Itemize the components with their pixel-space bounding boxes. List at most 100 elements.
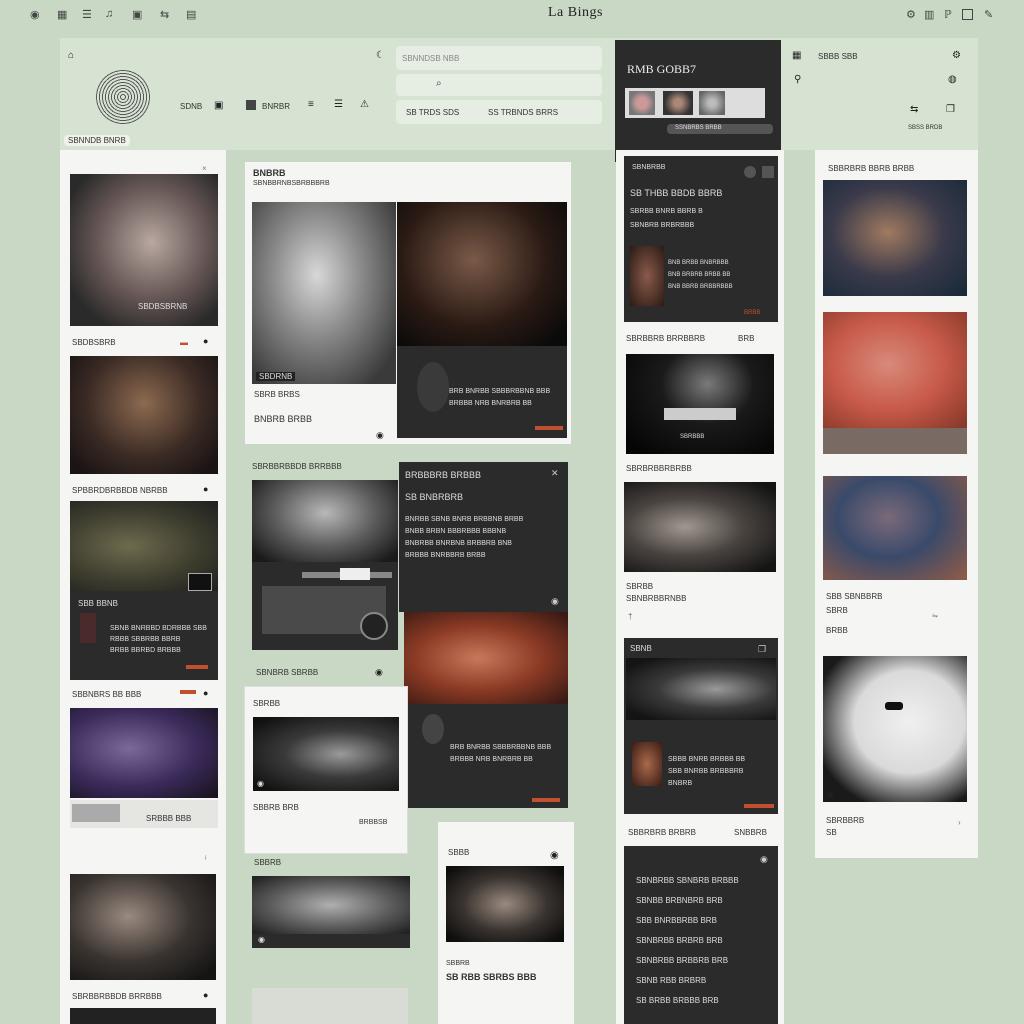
pin-icon[interactable]: † bbox=[628, 612, 632, 621]
photo-caption: SBDBSBRNB bbox=[138, 302, 188, 311]
artist-photo[interactable] bbox=[823, 476, 967, 580]
settings-icon[interactable]: ⚙ bbox=[906, 8, 916, 21]
more-icon[interactable]: ◉ bbox=[376, 430, 384, 441]
card-meta: SBNBRBBRNBB bbox=[626, 594, 687, 603]
card-tag: BRBBSB bbox=[359, 819, 388, 826]
nav-item[interactable]: BNRBR bbox=[262, 102, 290, 111]
tag-chip[interactable]: SB TRDS SDS bbox=[406, 108, 459, 117]
more-icon[interactable]: ● bbox=[203, 688, 208, 698]
article-line: SBNBRB BRBRBBB bbox=[630, 222, 695, 229]
article-subtitle: SB BNBRBRB bbox=[405, 492, 464, 502]
artist-photo[interactable] bbox=[404, 612, 568, 704]
artist-photo[interactable] bbox=[823, 180, 967, 296]
article-card: SBNB ❐ SBBB BNRB BRBBB BB SBB BNRBB BRBB… bbox=[624, 638, 778, 814]
accent-bar bbox=[186, 665, 208, 669]
image-icon[interactable]: ▣ bbox=[214, 100, 223, 111]
play-bar[interactable] bbox=[664, 408, 736, 420]
track-row[interactable]: SBNBRBB BRBRB BRB bbox=[636, 936, 723, 945]
more-icon[interactable]: › bbox=[958, 818, 961, 827]
grid-icon[interactable]: ▦ bbox=[792, 50, 801, 61]
slider-handle[interactable] bbox=[340, 568, 370, 580]
card-meta: SBRB bbox=[826, 606, 848, 615]
edit-icon[interactable]: ✎ bbox=[984, 8, 993, 21]
card-body bbox=[252, 562, 398, 650]
grid-icon[interactable]: ▦ bbox=[57, 8, 67, 21]
list-icon[interactable]: ☰ bbox=[82, 8, 92, 21]
info-icon[interactable]: ⁱ bbox=[205, 854, 207, 865]
artist-photo[interactable]: SBRBBB bbox=[626, 354, 774, 454]
photo-badge: SBDRNB bbox=[256, 372, 296, 381]
track-row[interactable]: SBNBB BRBNBRB BRB bbox=[636, 896, 723, 905]
artist-photo[interactable] bbox=[70, 501, 218, 591]
track-row[interactable]: SBNBRBB SBNBRB BRBBB bbox=[636, 876, 739, 885]
play-icon[interactable]: ◉ bbox=[827, 790, 834, 799]
stop-icon[interactable] bbox=[246, 100, 256, 110]
pin-icon[interactable]: ℙ bbox=[944, 8, 952, 21]
artist-photo[interactable]: ◉ bbox=[823, 656, 967, 802]
window-icon[interactable] bbox=[962, 9, 973, 20]
user-icon[interactable]: ◉ bbox=[30, 8, 40, 21]
nav-item[interactable]: SDNB bbox=[180, 102, 202, 111]
artist-photo[interactable] bbox=[70, 356, 218, 474]
share-icon[interactable]: ⇋ bbox=[932, 612, 938, 620]
play-icon[interactable]: ◉ bbox=[258, 935, 265, 944]
archive-icon[interactable]: ▥ bbox=[924, 8, 934, 21]
artist-photo[interactable]: SBDBSBRNB bbox=[70, 174, 218, 326]
share-icon[interactable]: ⇆ bbox=[910, 104, 918, 115]
menu-icon[interactable] bbox=[762, 166, 774, 178]
tag-chip[interactable]: SS TRBNDS BRRS bbox=[488, 108, 558, 117]
search-field-2[interactable]: ⌕ bbox=[396, 74, 602, 96]
bookmark-icon[interactable]: ❐ bbox=[946, 104, 955, 115]
album-strip[interactable] bbox=[625, 88, 765, 118]
artist-photo[interactable] bbox=[823, 312, 967, 428]
share-icon[interactable]: ⇆ bbox=[160, 8, 169, 21]
track-row[interactable]: SBNBRBB BRBBRB BRB bbox=[636, 956, 728, 965]
artist-photo[interactable] bbox=[624, 482, 776, 572]
artist-photo[interactable] bbox=[252, 480, 398, 562]
artist-photo[interactable] bbox=[397, 202, 567, 346]
close-icon[interactable]: × bbox=[202, 164, 207, 173]
pin-icon[interactable]: ⚲ bbox=[794, 74, 801, 85]
bars-icon[interactable]: ☰ bbox=[334, 99, 343, 110]
artist-photo[interactable]: SBDRNB bbox=[252, 202, 396, 384]
search-input[interactable]: SBNNDSB NBB bbox=[396, 46, 602, 70]
warning-icon[interactable]: ⚠ bbox=[360, 99, 369, 110]
article-card: BRBBBRB BRBBB ✕ SB BNBRBRB BNRBB SBNB BN… bbox=[399, 462, 568, 612]
menu-icon[interactable]: ≡ bbox=[308, 99, 314, 110]
avatar[interactable] bbox=[744, 166, 756, 178]
artist-photo[interactable] bbox=[70, 874, 216, 980]
more-icon[interactable]: ● bbox=[203, 336, 208, 346]
tracklist-card: ◉ SBNBRBB SBNBRB BRBBB SBNBB BRBNBRB BRB… bbox=[624, 846, 778, 1024]
play-icon[interactable]: ◉ bbox=[257, 779, 264, 788]
moon-icon[interactable]: ☾ bbox=[376, 50, 385, 61]
image-icon[interactable]: ▣ bbox=[132, 8, 142, 21]
track-row[interactable]: SB BRBB BRBBB BRB bbox=[636, 996, 719, 1005]
artist-photo[interactable] bbox=[626, 658, 776, 720]
artist-photo[interactable] bbox=[70, 1008, 216, 1024]
more-icon[interactable]: ● bbox=[203, 484, 208, 494]
search-tags: SB TRDS SDS SS TRBNDS BRRS bbox=[396, 100, 602, 124]
globe-icon[interactable]: ◍ bbox=[948, 74, 957, 85]
more-icon[interactable]: ◉ bbox=[551, 596, 559, 607]
article-line: SBRBB BNRB BBRB B bbox=[630, 208, 703, 215]
play-badge-icon[interactable] bbox=[188, 573, 212, 591]
artist-photo[interactable] bbox=[252, 876, 410, 934]
more-icon[interactable]: ● bbox=[203, 990, 208, 1000]
track-row[interactable]: SBNB RBB BRBRB bbox=[636, 976, 706, 985]
artist-photo[interactable] bbox=[446, 866, 564, 942]
track-row[interactable]: SBB BNRBBRBB BRB bbox=[636, 916, 717, 925]
artist-photo[interactable] bbox=[70, 708, 218, 798]
home-icon[interactable]: ⌂ bbox=[68, 50, 74, 61]
close-icon[interactable]: ✕ bbox=[551, 468, 559, 479]
artist-photo[interactable] bbox=[253, 717, 399, 791]
gear-icon[interactable]: ⚙ bbox=[952, 50, 961, 61]
card-label: SBNBRBB bbox=[632, 164, 666, 171]
knob-icon[interactable] bbox=[360, 612, 388, 640]
more-icon[interactable]: ◉ bbox=[760, 854, 768, 865]
artist-photo[interactable] bbox=[252, 988, 408, 1024]
layers-icon[interactable]: ▤ bbox=[186, 8, 196, 21]
bell-icon[interactable]: ♫ bbox=[105, 8, 113, 20]
more-icon[interactable]: ◉ bbox=[550, 850, 559, 861]
more-icon[interactable]: ◉ bbox=[375, 667, 383, 678]
bookmark-icon[interactable]: ❐ bbox=[758, 644, 766, 655]
